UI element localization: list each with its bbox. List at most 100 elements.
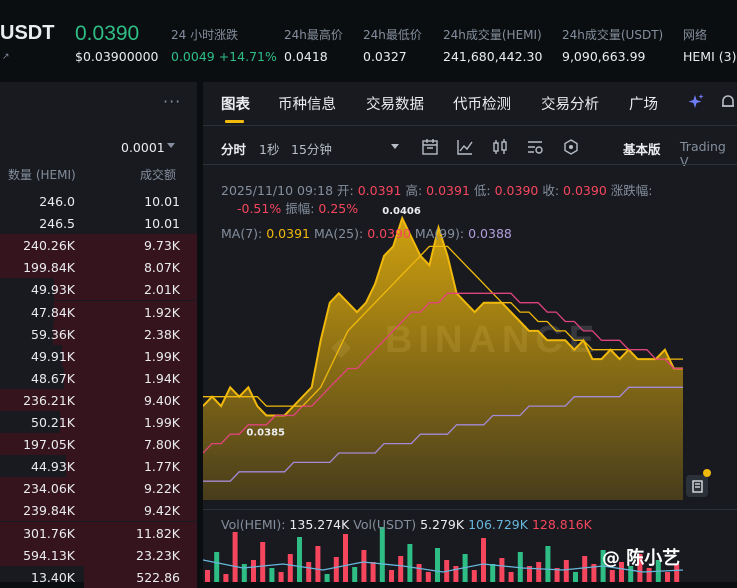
- volume-bar: [232, 532, 238, 582]
- active-tab-indicator: [225, 120, 244, 123]
- order-book-row[interactable]: 197.05K 7.80K: [0, 433, 197, 456]
- order-book-row[interactable]: 594.13K 23.23K: [0, 543, 197, 566]
- order-book-row[interactable]: 240.26K 9.73K: [0, 234, 197, 257]
- basic-version-button[interactable]: 基本版: [623, 139, 661, 158]
- volume-bar: [324, 574, 330, 582]
- candlestick-icon[interactable]: [491, 138, 509, 156]
- interval-time[interactable]: 分时: [221, 139, 246, 158]
- tab-coin-info[interactable]: 币种信息: [278, 93, 336, 114]
- volume-bar: [407, 544, 413, 582]
- volume-bar: [306, 562, 312, 582]
- order-book-row[interactable]: 199.84K 8.07K: [0, 256, 197, 279]
- row-quantity: 246.0: [39, 194, 75, 209]
- row-total: 10.01: [144, 216, 180, 232]
- ohlc-readout: 2025/11/10 09:18 开: 0.0391 高: 0.0391 低: …: [221, 180, 653, 199]
- more-options-icon[interactable]: ···: [163, 92, 181, 111]
- volume-bar: [398, 556, 404, 582]
- amplitude-label: 振幅:: [285, 201, 315, 216]
- order-book-row[interactable]: 239.84K 9.42K: [0, 499, 197, 522]
- order-book-row[interactable]: 301.76K 11.82K: [0, 521, 197, 544]
- order-book-row[interactable]: 49.93K 2.01K: [0, 278, 197, 301]
- ai-sparkle-icon[interactable]: [687, 93, 705, 111]
- author-watermark: @ 陈小艺: [602, 548, 681, 569]
- chevron-down-icon[interactable]: [167, 143, 175, 148]
- high-value: 0.0391: [426, 183, 470, 198]
- chart-settings-icon[interactable]: [526, 138, 544, 156]
- hexagon-tool-icon[interactable]: [562, 138, 580, 156]
- volume-bar: [269, 568, 275, 582]
- price-chart[interactable]: BINANCE 0.04060.0385: [203, 170, 737, 510]
- row-quantity: 236.21K: [23, 392, 75, 408]
- column-header-quantity: 数量 (HEMI): [8, 168, 76, 182]
- row-quantity: 239.84K: [23, 503, 75, 519]
- clipboard-icon: [692, 480, 703, 493]
- order-book-row[interactable]: 246.0 10.01: [0, 190, 197, 212]
- ma7-label: MA(7):: [221, 226, 263, 241]
- high-price-marker: 0.0406: [382, 206, 421, 217]
- interval-1s[interactable]: 1秒: [259, 139, 279, 158]
- stat-label-24h-low: 24h最低价: [363, 28, 422, 42]
- order-book-row[interactable]: 246.5 10.01: [0, 212, 197, 234]
- change-value: -0.51%: [237, 201, 282, 216]
- row-total: 2.01K: [143, 282, 180, 298]
- vol-ma2-value: 128.816K: [531, 517, 592, 532]
- external-link-icon[interactable]: ↗: [2, 52, 10, 62]
- notification-dot: [703, 469, 711, 477]
- volume-bar: [260, 542, 266, 582]
- order-book-row[interactable]: 59.36K 2.38K: [0, 322, 197, 345]
- network-select[interactable]: HEMI (3): [683, 49, 736, 64]
- calendar-icon[interactable]: [421, 138, 439, 156]
- order-book-row[interactable]: 234.06K 9.22K: [0, 477, 197, 500]
- volume-bar: [508, 572, 514, 582]
- tab-chart[interactable]: 图表: [221, 93, 250, 114]
- order-book-row[interactable]: 44.93K 1.77K: [0, 455, 197, 478]
- row-total: 1.99K: [143, 415, 180, 430]
- precision-select[interactable]: 0.0001: [121, 140, 165, 155]
- volume-bar: [471, 570, 477, 582]
- vol-ma1-value: 106.729K: [468, 517, 528, 532]
- tab-square[interactable]: 广场: [629, 93, 658, 114]
- volume-bar: [343, 534, 348, 582]
- row-quantity: 50.21K: [31, 415, 75, 430]
- volume-bar: [425, 572, 431, 582]
- pair-symbol[interactable]: USDT: [0, 22, 54, 45]
- stat-value-24h-change: 0.0049 +14.71%: [171, 49, 277, 64]
- ma99-label: MA(99):: [414, 226, 465, 241]
- order-book-row[interactable]: 47.84K 1.92K: [0, 300, 197, 323]
- row-quantity: 47.84K: [31, 304, 75, 320]
- interval-dropdown-icon[interactable]: [391, 144, 399, 149]
- close-label: 收:: [542, 183, 560, 198]
- chart-fullscreen-button[interactable]: [686, 475, 708, 497]
- change-label: 涨跌幅:: [610, 183, 653, 198]
- volume-bar: [435, 548, 440, 582]
- volume-bar: [453, 566, 459, 582]
- volume-bar: [389, 570, 394, 582]
- row-total: 1.94K: [143, 370, 180, 386]
- stat-label-24h-volume-usdt: 24h成交量(USDT): [562, 28, 664, 42]
- stat-value-24h-volume-hemi: 241,680,442.30: [443, 49, 543, 64]
- vol-hemi-label: Vol(HEMI):: [221, 517, 286, 532]
- row-quantity: 48.67K: [31, 370, 75, 386]
- indicator-icon[interactable]: [456, 138, 474, 156]
- row-total: 1.99K: [143, 348, 180, 364]
- volume-bar: [499, 558, 505, 582]
- row-quantity: 49.91K: [31, 348, 75, 364]
- tab-trading-analysis[interactable]: 交易分析: [541, 93, 599, 114]
- order-book-row[interactable]: 13.40K 522.86: [0, 565, 197, 588]
- volume-bar: [646, 568, 652, 582]
- tab-token-check[interactable]: 代币检测: [453, 93, 511, 114]
- bell-icon[interactable]: [719, 93, 737, 111]
- order-book-row[interactable]: 50.21K 1.99K: [0, 411, 197, 433]
- interval-15m[interactable]: 15分钟: [291, 139, 332, 158]
- amplitude-value: 0.25%: [318, 201, 359, 216]
- order-book-row[interactable]: 49.91K 1.99K: [0, 344, 197, 367]
- volume-bar: [214, 552, 220, 582]
- toolbar-divider: [203, 164, 737, 165]
- tab-trading-data[interactable]: 交易数据: [366, 93, 424, 114]
- stat-value-24h-high: 0.0418: [284, 49, 328, 64]
- order-book-row[interactable]: 48.67K 1.94K: [0, 366, 197, 389]
- volume-bar: [545, 546, 551, 582]
- volume-bar: [241, 564, 247, 582]
- order-book-row[interactable]: 236.21K 9.40K: [0, 388, 197, 411]
- row-total: 9.73K: [143, 238, 180, 254]
